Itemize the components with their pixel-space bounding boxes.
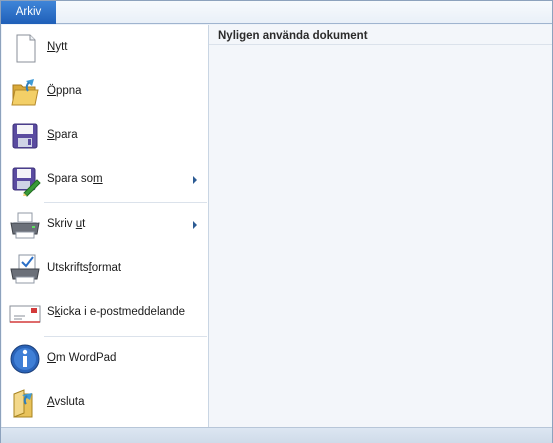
exit-icon <box>13 389 33 418</box>
new-document-icon <box>16 34 36 63</box>
arkiv-tab[interactable]: Arkiv <box>1 1 56 24</box>
menu-item-label: Spara <box>47 129 78 141</box>
menu-item-send-email[interactable]: Skicka i e-postmeddelande <box>2 291 208 335</box>
menu-item-save-as[interactable]: Spara som <box>2 158 208 202</box>
file-menu: Nytt Öppna Spara Spara som Skriv ut Utsk… <box>2 25 209 427</box>
menu-item-label: Skriv ut <box>47 218 86 230</box>
email-icon <box>9 305 41 323</box>
menu-item-label: Utskriftsformat <box>47 262 122 274</box>
menu-item-new[interactable]: Nytt <box>2 26 208 70</box>
page-setup-icon <box>10 254 40 284</box>
ribbon-tab-bar: Arkiv <box>1 1 552 24</box>
printer-icon <box>10 212 40 239</box>
application-menu-window: Arkiv Nytt Öppna Spara Spara som Skriv u… <box>0 0 553 443</box>
menu-item-label: Spara som <box>47 173 103 185</box>
open-folder-icon <box>11 79 39 106</box>
submenu-arrow-icon <box>193 176 197 184</box>
menu-item-open[interactable]: Öppna <box>2 70 208 114</box>
recent-documents-panel: Nyligen använda dokument <box>209 25 552 427</box>
submenu-arrow-icon <box>193 221 197 229</box>
menu-item-exit[interactable]: Avsluta <box>2 381 208 425</box>
menu-item-label: Om WordPad <box>47 352 117 364</box>
menu-item-page-setup[interactable]: Utskriftsformat <box>2 247 208 291</box>
menu-item-label: Skicka i e-postmeddelande <box>47 306 186 318</box>
save-as-icon <box>12 167 41 197</box>
info-icon <box>10 344 40 374</box>
recent-documents-title: Nyligen använda dokument <box>209 25 552 45</box>
menu-item-about-wordpad[interactable]: Om WordPad <box>2 337 208 381</box>
menu-item-label: Avsluta <box>47 396 85 408</box>
status-bar <box>1 427 552 443</box>
menu-item-label: Öppna <box>47 85 82 97</box>
menu-item-save[interactable]: Spara <box>2 114 208 158</box>
menu-item-label: Nytt <box>47 41 68 53</box>
save-floppy-icon <box>12 123 38 149</box>
menu-item-print[interactable]: Skriv ut <box>2 203 208 247</box>
